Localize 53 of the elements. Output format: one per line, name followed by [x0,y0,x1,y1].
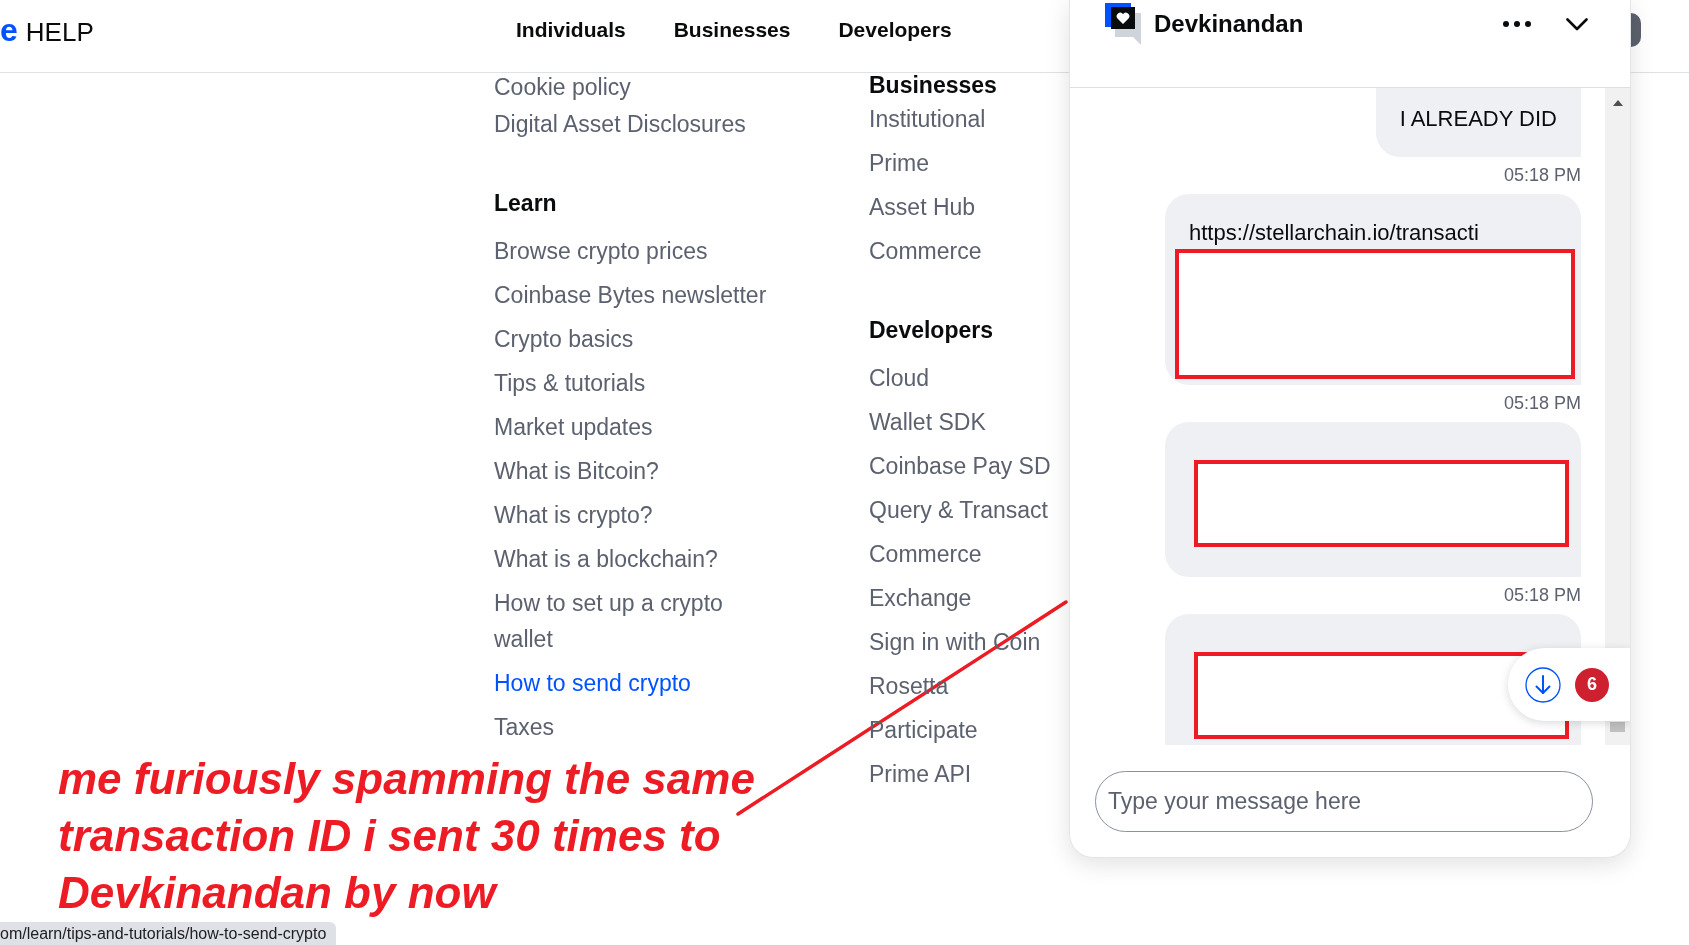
footer-link[interactable]: Exchange [869,580,972,616]
footer-link[interactable]: What is a blockchain? [494,541,718,577]
scroll-up-arrow-icon[interactable] [1612,100,1623,106]
message-time: 05:18 PM [1503,164,1581,187]
more-icon [1503,21,1531,27]
footer-link[interactable]: How to send crypto [494,665,691,701]
footer-link[interactable]: Prime [869,145,930,181]
footer-link[interactable]: Coinbase Pay SD [869,448,1051,484]
footer-link[interactable]: Digital Asset Disclosures [494,106,746,142]
nav-link[interactable]: Businesses [673,18,791,42]
message-input[interactable]: Type your message here [1095,771,1593,832]
logo-mark[interactable]: e [0,14,18,46]
chat-title: Devkinandan [1154,10,1304,38]
footer-link[interactable]: Query & Transact [869,492,1048,528]
footer-heading: Businesses [869,73,997,97]
footer-link[interactable]: Commerce [869,233,982,269]
footer-link[interactable]: Participate [869,712,978,748]
nav-link[interactable]: Individuals [516,18,626,42]
arrow-down-circle-icon [1525,666,1561,703]
status-url: om/learn/tips-and-tutorials/how-to-send-crypto [0,922,337,945]
message-text: https://stellarchain.io/transacti [1189,220,1479,245]
footer-link[interactable]: Taxes [494,709,555,745]
more-options-button[interactable] [1503,21,1531,27]
site-title: HELP [25,19,94,45]
chat-logo-icon [1105,3,1141,45]
scrollbar-thumb[interactable] [1610,722,1625,732]
scroll-down-button[interactable]: 6 [1508,648,1630,721]
footer-link[interactable]: Browse crypto prices [494,233,708,269]
footer-link[interactable]: How to set up a crypto wallet [494,585,778,657]
footer-link[interactable]: Wallet SDK [869,404,986,440]
footer-link[interactable]: What is Bitcoin? [494,453,659,489]
footer-link[interactable]: Institutional [869,101,986,137]
footer-link[interactable]: Commerce [869,536,982,572]
message-bubble: I ALREADY DID [1375,88,1581,157]
footer-link[interactable]: Market updates [494,409,653,445]
nav-link[interactable]: Developers [838,18,952,42]
footer-link[interactable]: Crypto basics [494,321,634,357]
collapse-button[interactable] [1566,17,1588,31]
message-time: 05:18 PM [1503,584,1581,607]
footer-heading: Developers [869,316,993,345]
footer-link[interactable]: Cloud [869,360,930,396]
message-time: 05:18 PM [1503,392,1581,415]
chevron-down-icon [1566,17,1588,31]
footer-link[interactable]: Coinbase Bytes newsletter [494,277,767,313]
avatar-icon[interactable] [1631,13,1641,47]
footer-link[interactable]: Cookie policy [494,73,631,102]
footer-link[interactable]: Prime API [869,756,972,792]
footer-link[interactable]: Asset Hub [869,189,976,225]
footer-heading: Learn [494,189,557,218]
footer-link[interactable]: What is crypto? [494,497,653,533]
meme-caption: me furiously spamming the same transaction ID i sent 30 times to Devkinandan by now [58,753,756,919]
footer-link[interactable]: Tips & tutorials [494,365,646,401]
unread-count-badge: 6 [1575,667,1609,702]
